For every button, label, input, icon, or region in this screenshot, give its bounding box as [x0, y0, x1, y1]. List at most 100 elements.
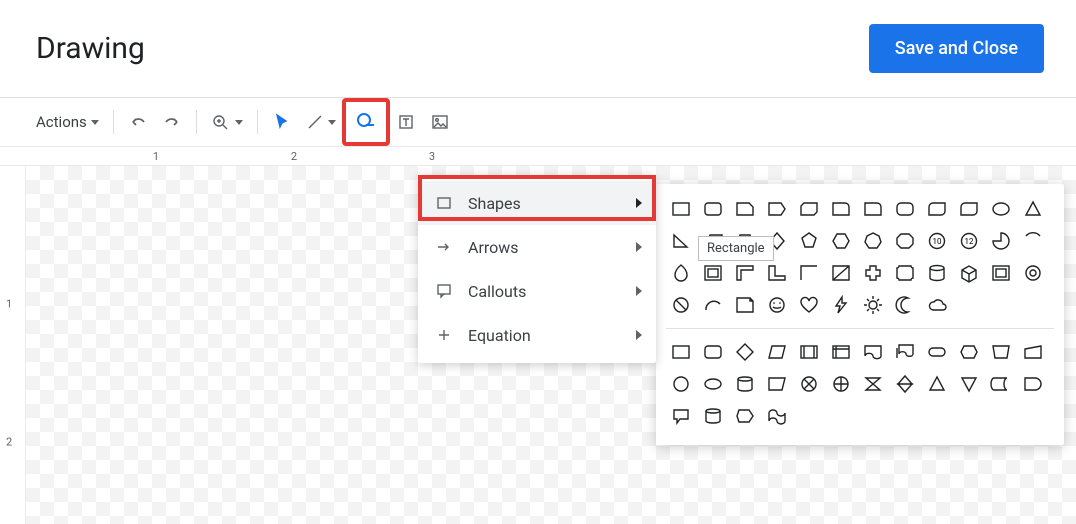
shape-summing[interactable] — [794, 369, 824, 399]
shape-manual-input[interactable] — [1018, 337, 1048, 367]
shape-data[interactable] — [762, 369, 792, 399]
shape-smiley[interactable] — [762, 290, 792, 320]
actions-menu[interactable]: Actions — [30, 106, 105, 138]
shape-frame[interactable] — [698, 258, 728, 288]
shape-sort[interactable] — [890, 369, 920, 399]
shape-oval-flow[interactable] — [698, 369, 728, 399]
shape-circle[interactable] — [666, 369, 696, 399]
line-tool[interactable] — [300, 106, 342, 138]
shape-octagon[interactable] — [890, 226, 920, 256]
shape-category-menu: Shapes Arrows Callouts Equation — [418, 175, 656, 363]
arrow-right-icon — [432, 239, 456, 255]
shape-heptagon[interactable] — [858, 226, 888, 256]
shape-rect[interactable] — [666, 337, 696, 367]
shapes-picker-panel: 10 12 — [656, 184, 1064, 445]
menu-item-callouts[interactable]: Callouts — [418, 269, 656, 313]
shape-triangle[interactable] — [1018, 194, 1048, 224]
shape-oval[interactable] — [986, 194, 1016, 224]
shape-moon[interactable] — [890, 290, 920, 320]
shape-dodecagon[interactable]: 12 — [954, 226, 984, 256]
dialog-title: Drawing — [36, 31, 145, 66]
shape-plaque[interactable] — [890, 258, 920, 288]
shape-right-triangle[interactable] — [666, 226, 696, 256]
shape-predefined[interactable] — [794, 337, 824, 367]
save-and-close-button[interactable]: Save and Close — [869, 24, 1044, 73]
shape-hexagon[interactable] — [826, 226, 856, 256]
shape-donut[interactable] — [1018, 258, 1048, 288]
toolbar: Actions — [0, 98, 1076, 146]
shape-tool[interactable] — [344, 100, 388, 144]
shape-merge[interactable] — [954, 369, 984, 399]
shape-round-rect[interactable] — [698, 337, 728, 367]
shape-decagon[interactable]: 10 — [922, 226, 952, 256]
textbox-tool[interactable] — [390, 106, 422, 138]
shape-round-opposite[interactable] — [954, 194, 984, 224]
shape-trapezoid-flow[interactable] — [986, 337, 1016, 367]
shape-stored[interactable] — [986, 369, 1016, 399]
chevron-right-icon — [636, 330, 642, 340]
shape-round-diagonal[interactable] — [922, 194, 952, 224]
shape-document[interactable] — [858, 337, 888, 367]
shape-sun[interactable] — [858, 290, 888, 320]
shape-delay[interactable] — [1018, 369, 1048, 399]
shape-tape[interactable] — [762, 401, 792, 431]
separator — [113, 110, 114, 134]
shape-cloud[interactable] — [922, 290, 952, 320]
shape-can[interactable] — [922, 258, 952, 288]
shape-no-symbol[interactable] — [666, 290, 696, 320]
menu-item-arrows[interactable]: Arrows — [418, 225, 656, 269]
chevron-down-icon — [235, 120, 243, 125]
dialog-header: Drawing Save and Close — [0, 0, 1076, 98]
shape-corner[interactable] — [794, 258, 824, 288]
shape-diamond-flow[interactable] — [730, 337, 760, 367]
shape-display[interactable] — [730, 401, 760, 431]
horizontal-ruler: 1 2 3 — [0, 146, 1076, 166]
shape-extract[interactable] — [922, 369, 952, 399]
shape-home-plate[interactable] — [762, 194, 792, 224]
shape-drum[interactable] — [730, 369, 760, 399]
shape-hexagon-flow[interactable] — [954, 337, 984, 367]
shape-snip-corner[interactable] — [730, 194, 760, 224]
shape-half-frame[interactable] — [730, 258, 760, 288]
shape-arc[interactable] — [698, 290, 728, 320]
undo-button[interactable] — [122, 106, 154, 138]
select-tool[interactable] — [266, 106, 298, 138]
shape-rectangle[interactable] — [666, 194, 696, 224]
shape-folded-corner[interactable] — [730, 290, 760, 320]
menu-item-shapes[interactable]: Shapes — [418, 181, 656, 225]
shape-round-same[interactable] — [890, 194, 920, 224]
shape-cross[interactable] — [858, 258, 888, 288]
shape-l-shape[interactable] — [762, 258, 792, 288]
shape-disk[interactable] — [698, 401, 728, 431]
image-tool[interactable] — [424, 106, 456, 138]
shape-internal-storage[interactable] — [826, 337, 856, 367]
shape-pie[interactable] — [986, 226, 1016, 256]
shape-collate[interactable] — [858, 369, 888, 399]
zoom-button[interactable] — [205, 106, 249, 138]
shape-pentagon[interactable] — [794, 226, 824, 256]
shape-teardrop[interactable] — [666, 258, 696, 288]
chevron-right-icon — [636, 286, 642, 296]
shape-heart[interactable] — [794, 290, 824, 320]
menu-item-equation[interactable]: Equation — [418, 313, 656, 357]
shape-snip-diagonal[interactable] — [794, 194, 824, 224]
shape-diagonal-stripe[interactable] — [826, 258, 856, 288]
shape-parallelogram-flow[interactable] — [762, 337, 792, 367]
shape-round-single[interactable] — [858, 194, 888, 224]
shape-rounded-rectangle[interactable] — [698, 194, 728, 224]
shape-callout-round[interactable] — [666, 401, 696, 431]
callout-icon — [432, 283, 456, 299]
separator — [196, 110, 197, 134]
shape-chord[interactable] — [1018, 226, 1048, 256]
shape-cube[interactable] — [954, 258, 984, 288]
plus-icon — [432, 327, 456, 343]
shape-multidocument[interactable] — [890, 337, 920, 367]
shape-or[interactable] — [826, 369, 856, 399]
shape-lightning[interactable] — [826, 290, 856, 320]
redo-button[interactable] — [156, 106, 188, 138]
tooltip: Rectangle — [698, 236, 774, 261]
shape-terminator[interactable] — [922, 337, 952, 367]
shape-bevel[interactable] — [986, 258, 1016, 288]
svg-text:12: 12 — [965, 237, 974, 246]
shape-snip-round[interactable] — [826, 194, 856, 224]
